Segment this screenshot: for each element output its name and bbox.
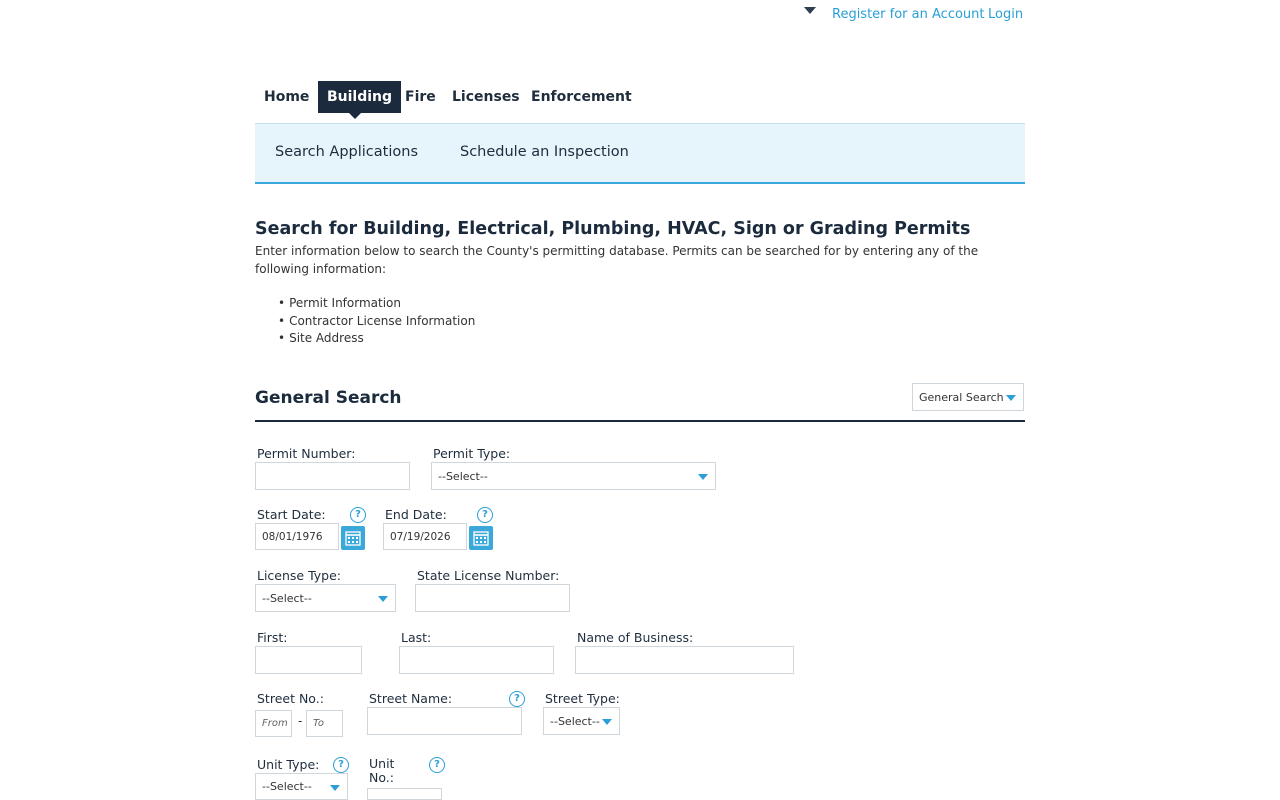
help-icon[interactable]: ? <box>333 757 349 773</box>
permit-number-label: Permit Number: <box>257 446 356 461</box>
street-no-to-input[interactable] <box>306 710 343 737</box>
account-dropdown-caret-icon[interactable] <box>804 7 816 14</box>
subnav-schedule-inspection[interactable]: Schedule an Inspection <box>460 144 629 160</box>
end-date-label: End Date: <box>385 507 447 522</box>
chevron-down-icon <box>1006 395 1016 401</box>
street-type-value: --Select-- <box>550 714 600 728</box>
calendar-icon[interactable] <box>469 526 493 550</box>
state-license-input[interactable] <box>415 584 570 612</box>
business-name-input[interactable] <box>575 646 794 674</box>
start-date-label: Start Date: <box>257 507 326 522</box>
nav-tab-fire[interactable]: Fire <box>396 81 445 113</box>
unit-type-select[interactable]: --Select-- <box>255 773 348 800</box>
page-title: Search for Building, Electrical, Plumbin… <box>255 219 971 239</box>
intro-text: Enter information below to search the Co… <box>255 244 979 276</box>
license-type-label: License Type: <box>257 568 342 583</box>
nav-tab-building[interactable]: Building <box>318 81 402 113</box>
nav-tab-licenses[interactable]: Licenses <box>443 81 529 113</box>
chevron-down-icon <box>602 719 612 725</box>
street-no-label: Street No.: <box>257 691 324 706</box>
search-criteria-list: Permit Information Contractor License In… <box>278 295 475 348</box>
street-no-from-input[interactable] <box>255 710 292 737</box>
search-type-select[interactable]: General Search <box>912 383 1024 411</box>
street-no-separator: - <box>298 714 303 728</box>
permit-number-input[interactable] <box>255 462 410 490</box>
permit-type-value: --Select-- <box>438 469 488 483</box>
state-license-label: State License Number: <box>417 568 560 583</box>
section-divider <box>255 420 1025 422</box>
permit-type-select[interactable]: --Select-- <box>431 462 716 490</box>
street-name-input[interactable] <box>367 707 522 735</box>
street-name-label: Street Name: <box>369 691 453 706</box>
calendar-icon[interactable] <box>341 526 365 550</box>
street-type-label: Street Type: <box>545 691 620 706</box>
login-link[interactable]: Login <box>988 7 1023 22</box>
license-type-select[interactable]: --Select-- <box>255 584 396 612</box>
subnav-search-applications[interactable]: Search Applications <box>275 144 418 160</box>
unit-no-label: Unit No.: <box>369 757 394 785</box>
list-item: Site Address <box>278 330 475 348</box>
unit-type-value: --Select-- <box>262 780 312 793</box>
help-icon[interactable]: ? <box>429 757 445 773</box>
start-date-input[interactable] <box>255 523 339 550</box>
help-icon[interactable]: ? <box>477 507 493 523</box>
register-link[interactable]: Register for an Account <box>832 7 985 22</box>
chevron-down-icon <box>698 474 708 480</box>
active-tab-pointer <box>349 113 361 119</box>
chevron-down-icon <box>378 596 388 602</box>
street-type-select[interactable]: --Select-- <box>543 707 620 735</box>
last-name-label: Last: <box>401 630 432 645</box>
end-date-input[interactable] <box>383 523 467 550</box>
search-type-value: General Search <box>919 390 1004 404</box>
nav-tab-enforcement[interactable]: Enforcement <box>522 81 641 113</box>
list-item: Permit Information <box>278 295 475 313</box>
license-type-value: --Select-- <box>262 591 312 605</box>
help-icon[interactable]: ? <box>350 507 366 523</box>
unit-no-label-line1: Unit <box>369 756 395 771</box>
unit-no-label-line2: No.: <box>369 770 394 785</box>
chevron-down-icon <box>330 784 340 791</box>
unit-type-label: Unit Type: <box>257 757 320 772</box>
help-icon[interactable]: ? <box>509 691 525 707</box>
last-name-input[interactable] <box>399 646 554 674</box>
nav-tab-home[interactable]: Home <box>255 81 318 113</box>
list-item: Contractor License Information <box>278 313 475 331</box>
unit-no-input[interactable] <box>367 788 442 800</box>
business-name-label: Name of Business: <box>577 630 694 645</box>
first-name-label: First: <box>257 630 288 645</box>
permit-type-label: Permit Type: <box>433 446 511 461</box>
first-name-input[interactable] <box>255 646 362 674</box>
section-title: General Search <box>255 388 402 408</box>
